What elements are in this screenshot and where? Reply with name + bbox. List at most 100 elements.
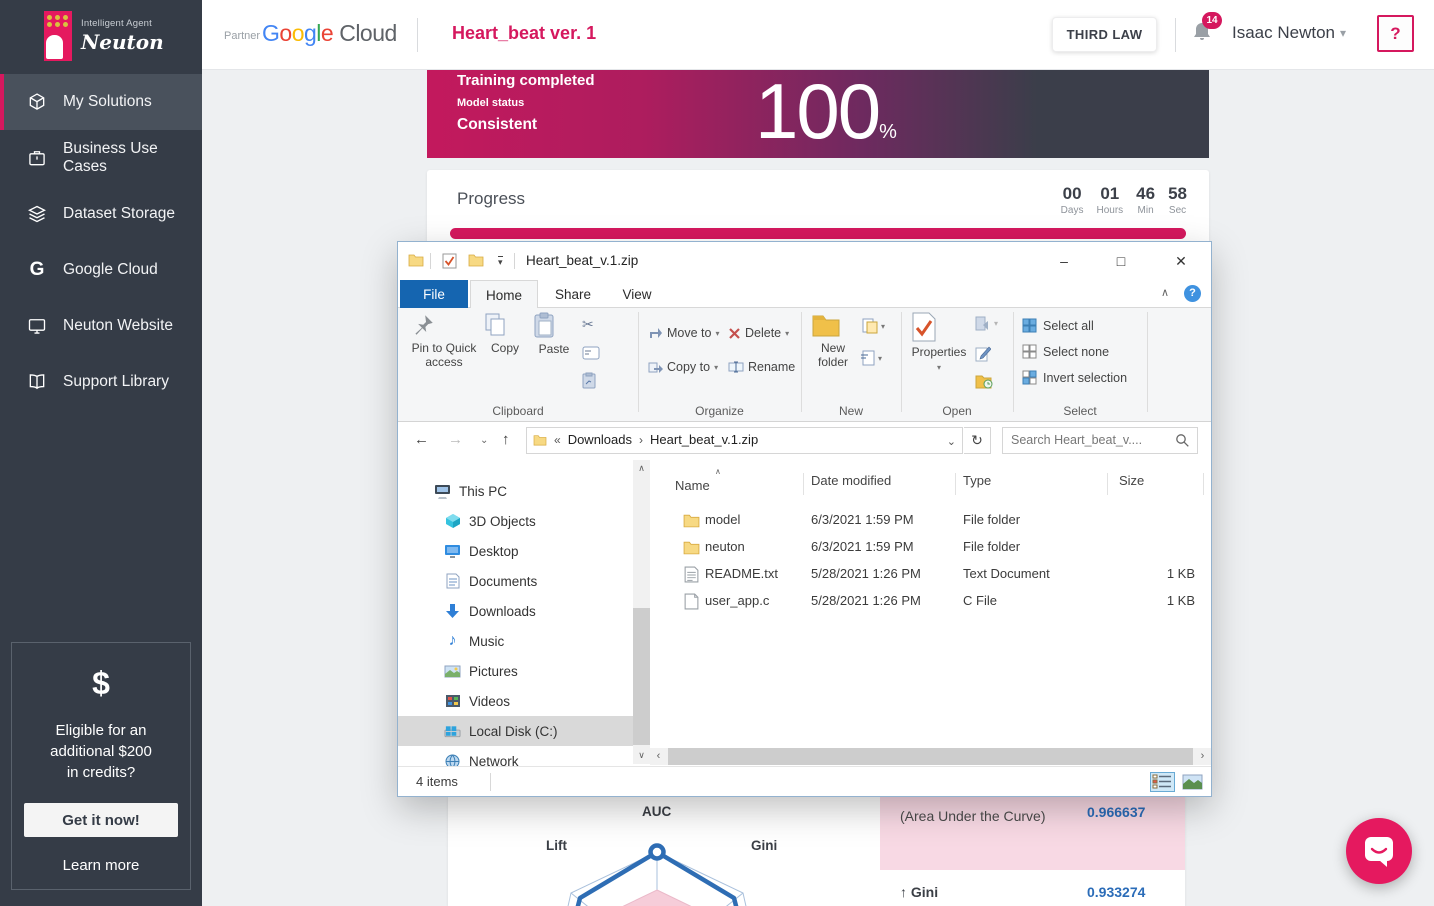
properties-button[interactable]: Properties ▾	[911, 312, 967, 375]
sidebar-item-label: My Solutions	[63, 93, 152, 111]
paste-button[interactable]: Paste	[532, 312, 576, 356]
scroll-up-icon[interactable]: ∧	[633, 460, 650, 477]
minimize-button[interactable]: –	[1041, 242, 1087, 280]
file-row-model[interactable]: model 6/3/2021 1:59 PM File folder	[650, 507, 1211, 534]
tree-item-pictures[interactable]: Pictures	[398, 656, 633, 686]
file-list: ∧Name Date modified Type Size model 6/3/…	[650, 460, 1211, 748]
paste-shortcut-button[interactable]	[582, 372, 596, 389]
copy-to-button[interactable]: Copy to▾	[648, 360, 718, 374]
delete-button[interactable]: Delete▾	[728, 326, 789, 340]
new-folder-button[interactable]: New folder	[811, 312, 855, 369]
sidebar-item-dataset-storage[interactable]: Dataset Storage	[0, 186, 202, 242]
file-list-horizontal-scrollbar[interactable]: ‹ ›	[650, 748, 1211, 765]
sidebar-item-business-use-cases[interactable]: Business Use Cases	[0, 130, 202, 186]
quick-access-folder-icon[interactable]	[468, 253, 484, 267]
column-size[interactable]: Size	[1119, 473, 1144, 488]
sidebar-item-neuton-website[interactable]: Neuton Website	[0, 298, 202, 354]
address-dropdown-caret-icon[interactable]: ⌄	[947, 435, 956, 448]
column-date-modified[interactable]: Date modified	[811, 473, 891, 488]
scroll-down-icon[interactable]: ∨	[633, 747, 650, 764]
tab-home[interactable]: Home	[470, 280, 538, 309]
sidebar-item-support-library[interactable]: Support Library	[0, 354, 202, 410]
file-row-readme[interactable]: README.txt 5/28/2021 1:26 PM Text Docume…	[650, 561, 1211, 588]
tree-item-network[interactable]: Network	[398, 746, 633, 766]
move-to-button[interactable]: Move to▾	[648, 326, 719, 340]
header-divider	[1175, 18, 1176, 52]
learn-more-link[interactable]: Learn more	[12, 857, 190, 874]
scrollbar-thumb[interactable]	[668, 748, 1193, 765]
details-view-button[interactable]	[1150, 772, 1175, 792]
pin-icon	[410, 312, 478, 338]
file-explorer-window: ▾ Heart_beat_v.1.zip – □ ✕ File Home Sha…	[398, 242, 1211, 796]
breadcrumb-collapse-icon[interactable]: «	[554, 433, 561, 447]
explorer-titlebar[interactable]: ▾ Heart_beat_v.1.zip – □ ✕	[398, 242, 1211, 280]
up-icon[interactable]: ↑	[502, 431, 510, 448]
copy-to-icon	[648, 361, 663, 374]
maximize-button[interactable]: □	[1098, 242, 1144, 280]
help-button[interactable]: ?	[1377, 15, 1414, 52]
tree-item-music[interactable]: ♪ Music	[398, 626, 633, 656]
tree-item-this-pc[interactable]: This PC	[398, 476, 633, 506]
ribbon-collapse-icon[interactable]: ∧	[1161, 286, 1169, 299]
cut-button[interactable]: ✂	[582, 316, 594, 333]
invert-selection-button[interactable]: Invert selection	[1022, 370, 1127, 385]
thumbnail-view-button[interactable]	[1180, 772, 1205, 792]
items-count: 4 items	[416, 774, 458, 789]
tree-item-desktop[interactable]: Desktop	[398, 536, 633, 566]
tree-item-local-disk-c[interactable]: Local Disk (C:)	[398, 716, 633, 746]
paste-icon	[532, 312, 576, 339]
copy-button[interactable]: Copy	[482, 312, 528, 355]
back-icon[interactable]: ←	[414, 431, 429, 448]
address-field[interactable]: « Downloads › Heart_beat_v.1.zip ⌄	[526, 427, 963, 454]
gini-metric-value: 0.933274	[1087, 884, 1145, 900]
tab-view[interactable]: View	[608, 280, 666, 308]
select-none-button[interactable]: Select none	[1022, 344, 1109, 359]
get-it-now-button[interactable]: Get it now!	[24, 803, 178, 837]
scrollbar-thumb[interactable]	[633, 608, 650, 745]
documents-icon	[444, 573, 461, 590]
sidebar-item-my-solutions[interactable]: My Solutions	[0, 74, 202, 130]
new-item-button[interactable]: ▾	[861, 318, 885, 334]
tree-item-documents[interactable]: Documents	[398, 566, 633, 596]
partner-label: Partner	[224, 30, 260, 42]
rename-button[interactable]: Rename	[728, 360, 795, 374]
close-button[interactable]: ✕	[1158, 242, 1204, 280]
this-pc-icon	[434, 483, 451, 500]
history-button[interactable]	[975, 374, 993, 389]
sidebar-item-google-cloud[interactable]: G Google Cloud	[0, 242, 202, 298]
easy-access-button[interactable]: ▾	[861, 350, 882, 366]
select-all-button[interactable]: Select all	[1022, 318, 1094, 333]
file-row-user-app[interactable]: user_app.c 5/28/2021 1:26 PM C File 1 KB	[650, 588, 1211, 615]
column-type[interactable]: Type	[963, 473, 991, 488]
breadcrumb-downloads[interactable]: Downloads	[568, 432, 632, 447]
quick-access-properties-icon[interactable]	[442, 253, 457, 269]
tree-item-downloads[interactable]: Downloads	[398, 596, 633, 626]
forward-icon[interactable]: →	[448, 431, 463, 448]
explorer-help-icon[interactable]: ?	[1184, 285, 1201, 302]
brand-tagline: Intelligent Agent	[81, 18, 164, 29]
pin-to-quick-access-button[interactable]: Pin to Quick access	[410, 312, 478, 369]
copy-path-icon	[582, 346, 600, 360]
properties-icon	[911, 312, 967, 342]
tab-file[interactable]: File	[400, 280, 468, 308]
chevron-down-icon[interactable]: ▾	[1340, 26, 1346, 40]
open-with-button[interactable]: ▾	[975, 316, 998, 331]
tab-share[interactable]: Share	[544, 280, 602, 308]
edit-button[interactable]	[975, 346, 991, 362]
scroll-right-icon[interactable]: ›	[1194, 748, 1211, 765]
breadcrumb-current-folder[interactable]: Heart_beat_v.1.zip	[650, 432, 758, 447]
tree-scrollbar[interactable]: ∧ ∨	[633, 460, 650, 764]
refresh-button[interactable]: ↻	[964, 427, 991, 454]
file-row-neuton[interactable]: neuton 6/3/2021 1:59 PM File folder	[650, 534, 1211, 561]
search-input[interactable]: Search Heart_beat_v....	[1002, 427, 1198, 454]
chat-button[interactable]	[1346, 818, 1412, 884]
third-law-button[interactable]: THIRD LAW	[1052, 17, 1157, 52]
user-menu[interactable]: Isaac Newton	[1232, 23, 1335, 43]
tree-item-videos[interactable]: Videos	[398, 686, 633, 716]
recent-locations-caret-icon[interactable]: ⌄	[480, 435, 488, 446]
quick-access-toolbar-caret-icon[interactable]: ▾	[498, 256, 503, 267]
tree-item-3d-objects[interactable]: 3D Objects	[398, 506, 633, 536]
select-all-icon	[1022, 318, 1037, 333]
copy-path-button[interactable]	[582, 346, 600, 360]
scroll-left-icon[interactable]: ‹	[650, 748, 667, 765]
